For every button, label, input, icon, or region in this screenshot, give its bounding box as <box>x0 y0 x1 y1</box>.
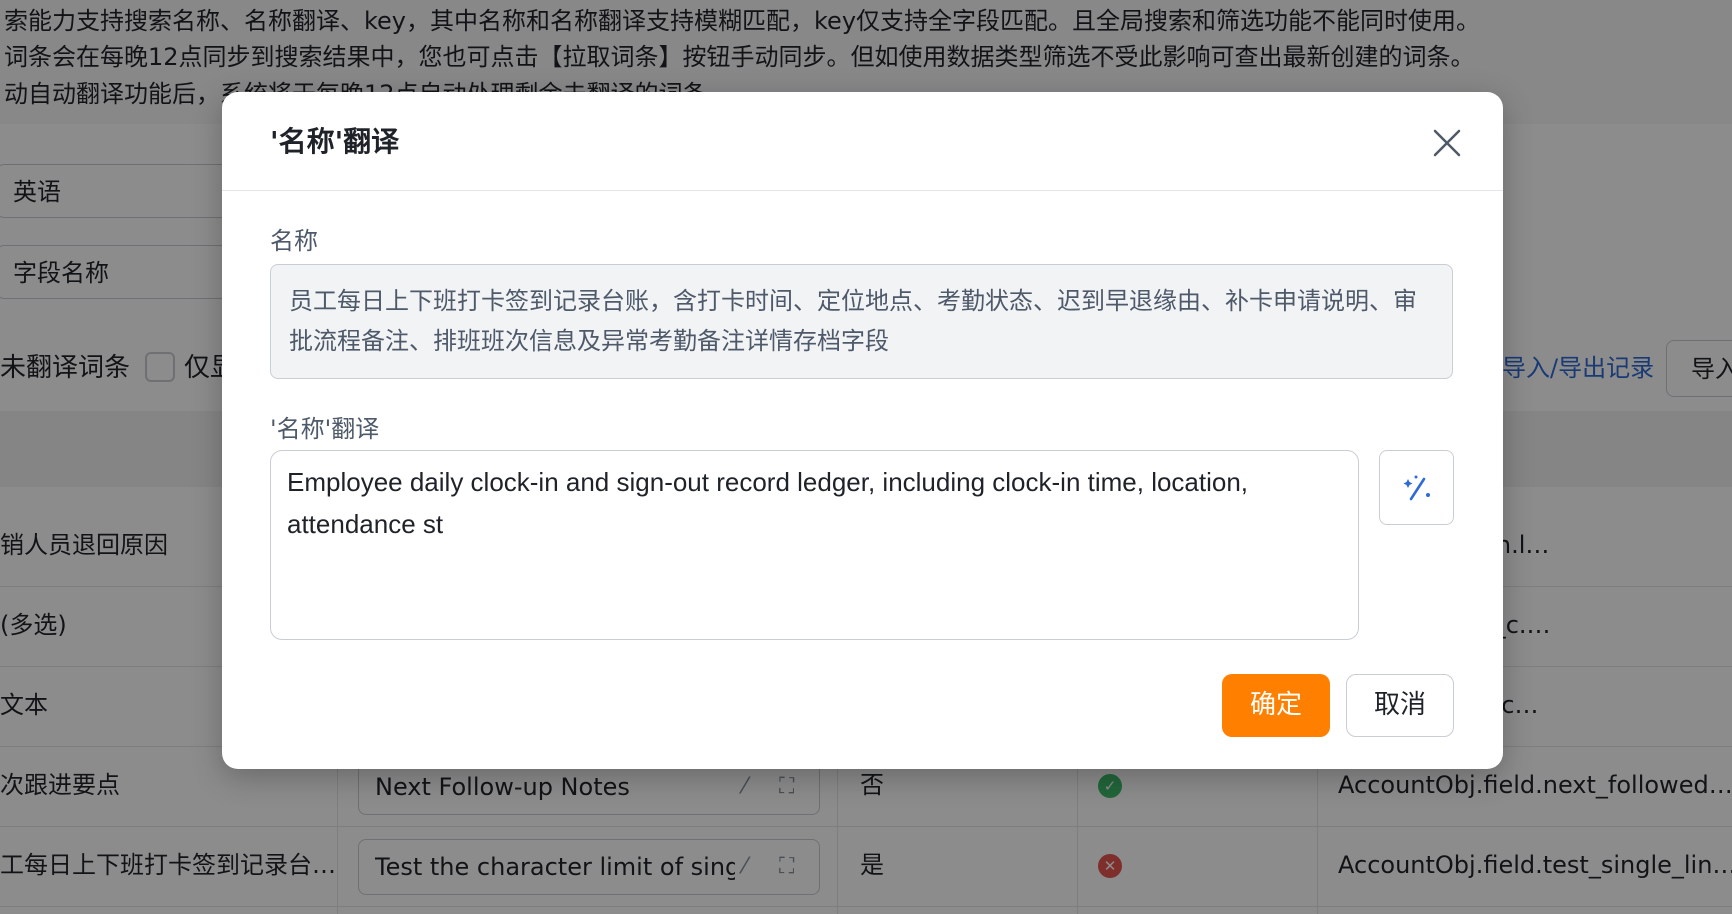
close-icon <box>1433 129 1461 157</box>
dialog-title: '名称'翻译 <box>270 125 400 158</box>
translation-label: '名称'翻译 <box>270 415 380 443</box>
dialog-header-divider <box>222 190 1503 191</box>
translation-dialog: '名称'翻译 名称 员工每日上下班打卡签到记录台账，含打卡时间、定位地点、考勤状… <box>222 92 1503 769</box>
name-field: 员工每日上下班打卡签到记录台账，含打卡时间、定位地点、考勤状态、迟到早退缘由、补… <box>270 264 1453 379</box>
ai-translate-button[interactable] <box>1379 450 1454 525</box>
name-label: 名称 <box>270 227 318 255</box>
translation-input[interactable]: Employee daily clock-in and sign-out rec… <box>270 450 1359 640</box>
confirm-button[interactable]: 确定 <box>1222 674 1330 737</box>
magic-wand-icon <box>1403 475 1430 501</box>
cancel-button[interactable]: 取消 <box>1346 674 1454 737</box>
close-button[interactable] <box>1429 125 1465 161</box>
